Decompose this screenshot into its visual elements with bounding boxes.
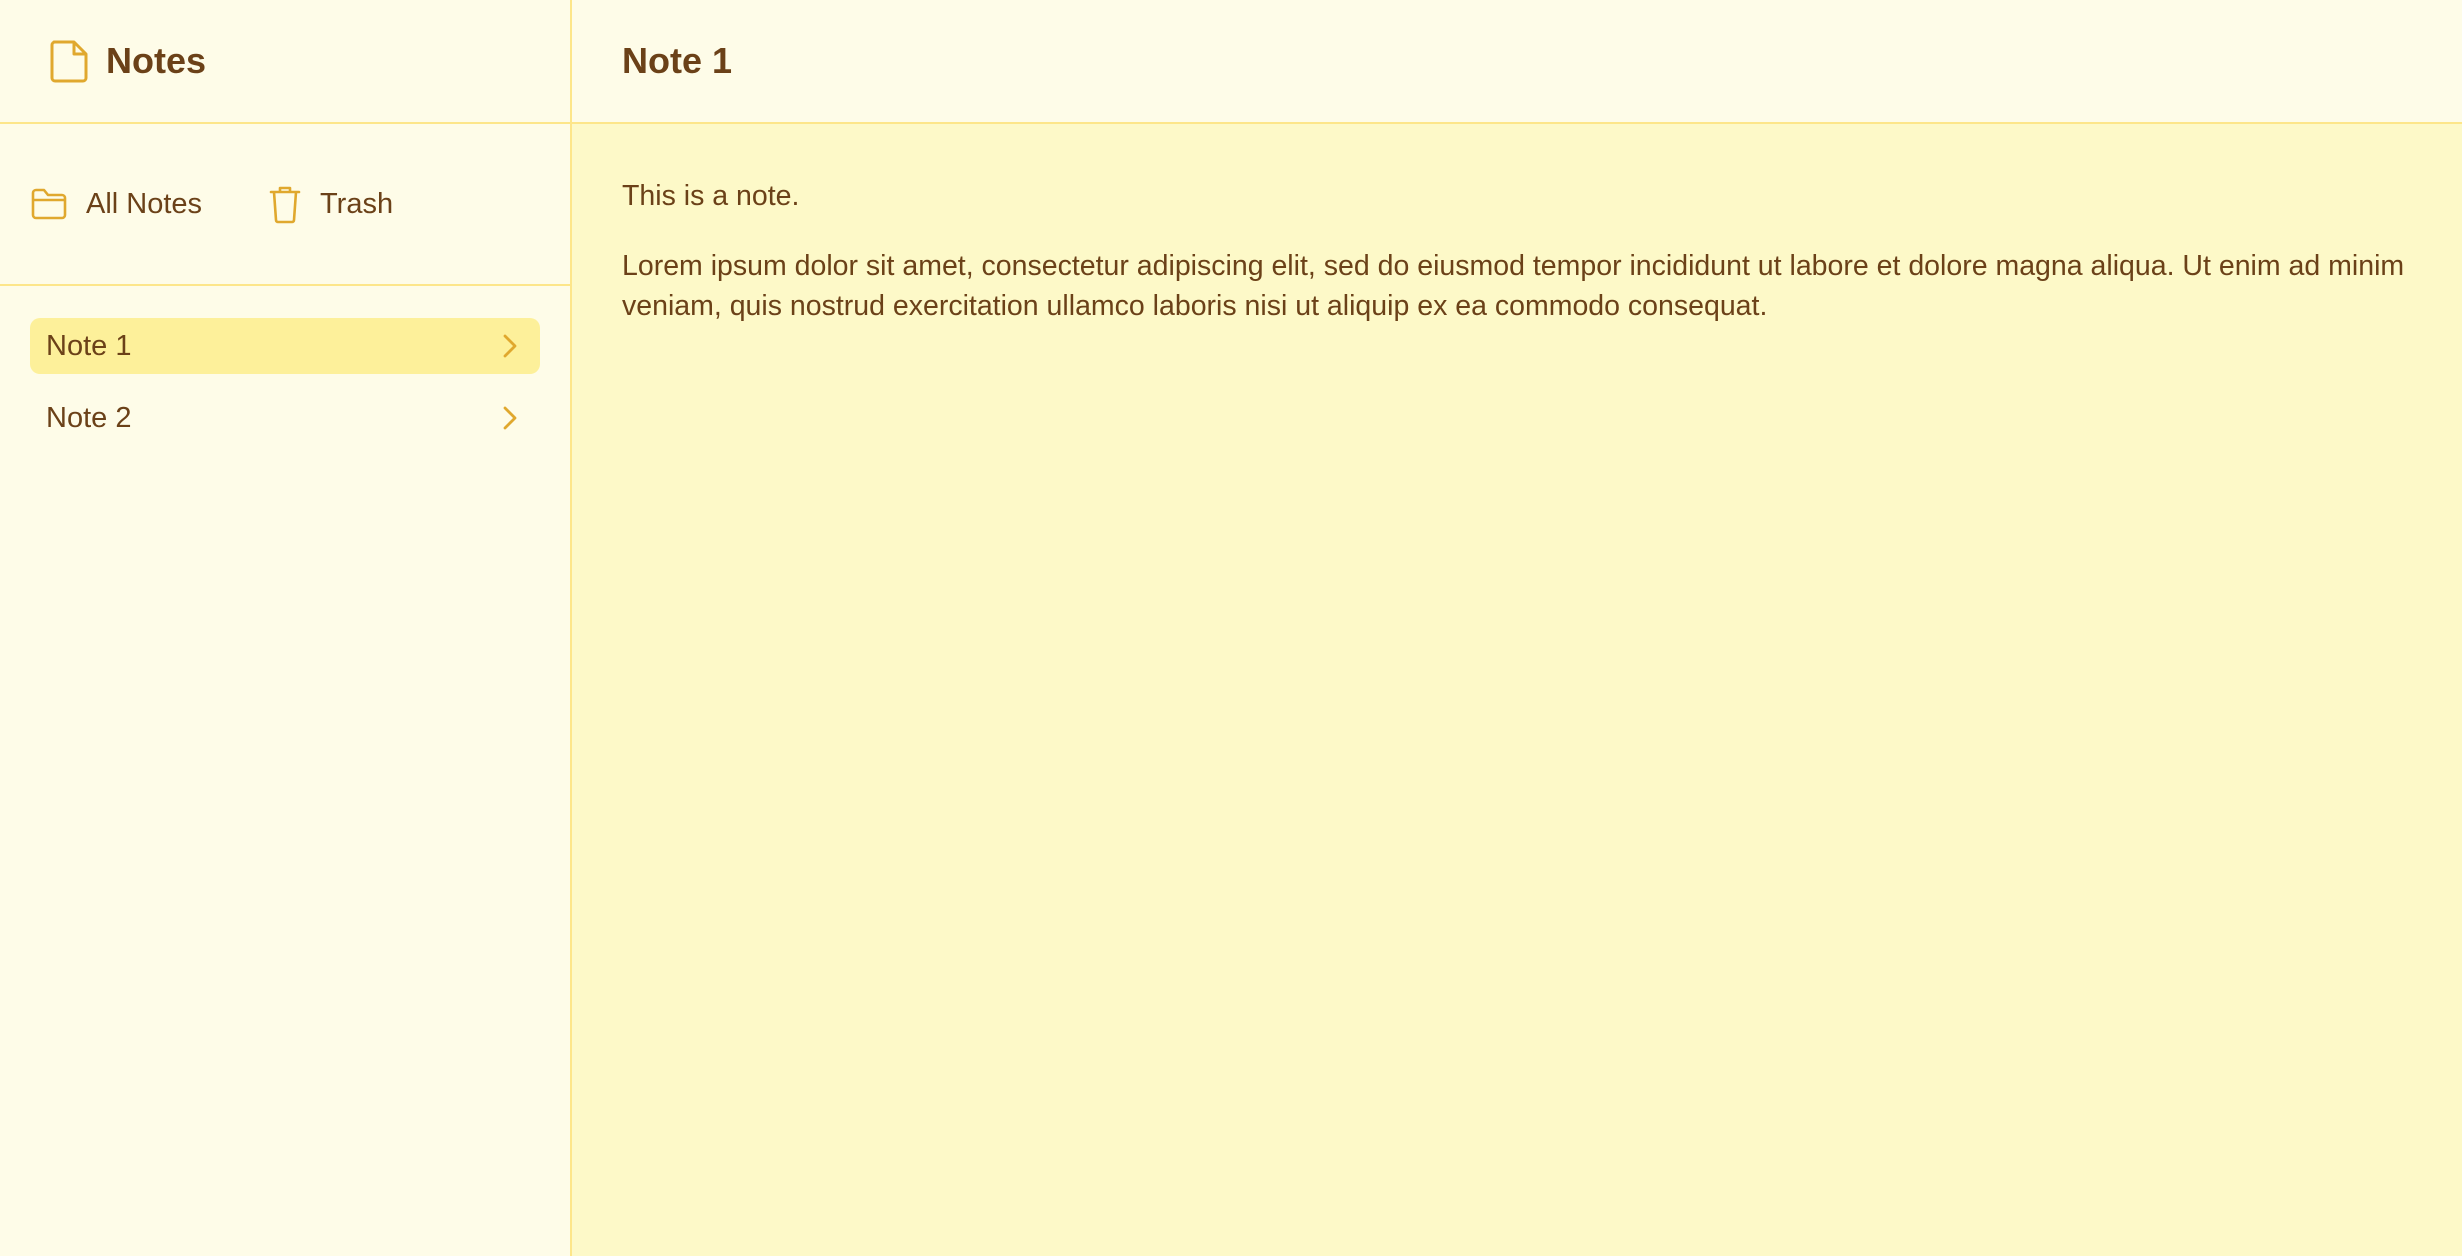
sidebar-header: Notes bbox=[0, 0, 570, 124]
sidebar: Notes All Notes Trash Note 1 Note 2 bbox=[0, 0, 572, 1256]
all-notes-label: All Notes bbox=[86, 187, 203, 220]
note-list-item[interactable]: Note 1 bbox=[30, 318, 540, 374]
document-icon bbox=[48, 39, 90, 83]
trash-icon bbox=[268, 184, 302, 224]
note-list: Note 1 Note 2 bbox=[0, 286, 570, 462]
note-header: Note 1 bbox=[572, 0, 2462, 124]
folder-icon bbox=[30, 187, 68, 221]
note-list-item[interactable]: Note 2 bbox=[30, 390, 540, 446]
note-item-label: Note 2 bbox=[46, 401, 132, 434]
all-notes-button[interactable]: All Notes bbox=[30, 187, 202, 221]
chevron-right-icon bbox=[502, 405, 518, 431]
trash-label: Trash bbox=[320, 187, 394, 220]
note-title: Note 1 bbox=[622, 40, 733, 81]
folder-nav: All Notes Trash bbox=[0, 124, 570, 286]
note-item-label: Note 1 bbox=[46, 329, 132, 362]
chevron-right-icon bbox=[502, 333, 518, 359]
note-paragraph: This is a note. bbox=[622, 180, 800, 212]
app-title: Notes bbox=[106, 40, 207, 81]
trash-button[interactable]: Trash bbox=[268, 184, 393, 224]
note-editor: Note 1 This is a note. Lorem ipsum dolor… bbox=[572, 0, 2462, 1256]
notes-app: Notes All Notes Trash Note 1 Note 2 Note… bbox=[0, 0, 2462, 1256]
note-body[interactable]: This is a note. Lorem ipsum dolor sit am… bbox=[572, 124, 2462, 1256]
note-paragraph: Lorem ipsum dolor sit amet, consectetur … bbox=[622, 250, 2405, 322]
